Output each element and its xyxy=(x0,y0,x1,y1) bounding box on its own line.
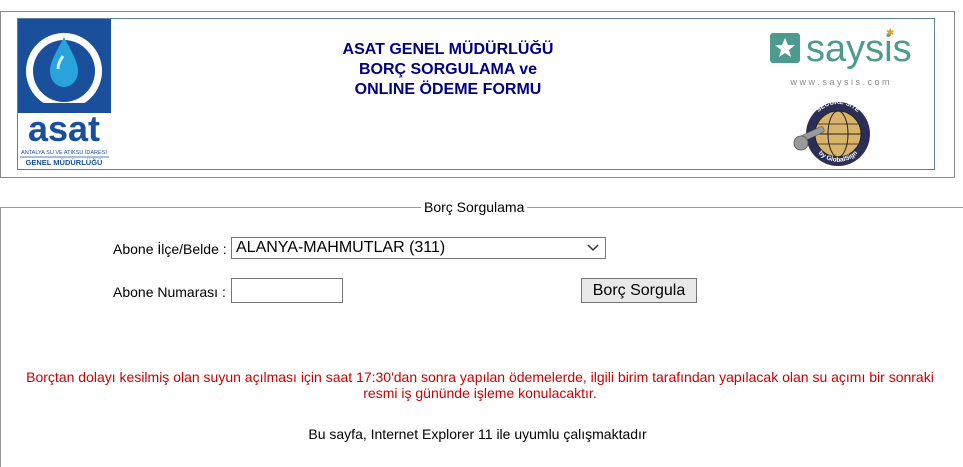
asat-logo-text: asat xyxy=(28,108,100,149)
asat-logo-subline: ANTALYA SU VE ATIKSU İDARESİ xyxy=(21,149,107,156)
title-line-1: ASAT GENEL MÜDÜRLÜĞÜ xyxy=(342,41,554,58)
secure-site-seal: SECURE SITE by GlobalSign xyxy=(793,99,870,166)
browser-compat-note: Bu sayfa, Internet Explorer 11 ile uyuml… xyxy=(308,426,647,442)
subscriber-label: Abone Numarası : xyxy=(113,284,226,300)
saysis-url: w w w . s a y s i s . c o m xyxy=(789,77,889,87)
header-panel: asat ANTALYA SU VE ATIKSU İDARESİ GENEL … xyxy=(0,11,955,178)
district-select[interactable]: ALANYA-MAHMUTLAR (311) xyxy=(231,237,606,259)
chevron-down-icon xyxy=(587,244,599,252)
payment-notice: Borçtan dolayı kesilmiş olan suyun açılm… xyxy=(26,369,934,401)
district-select-value: ALANYA-MAHMUTLAR (311) xyxy=(236,239,446,256)
header-frame: asat ANTALYA SU VE ATIKSU İDARESİ GENEL … xyxy=(17,18,935,170)
title-line-2: BORÇ SORGULAMA ve xyxy=(358,61,538,78)
subscriber-number-input[interactable] xyxy=(231,278,343,303)
title-line-3: ONLINE ÖDEME FORMU xyxy=(354,81,542,98)
district-label: Abone İlçe/Belde : xyxy=(113,241,227,257)
saysis-logo-text: saysis xyxy=(806,28,912,70)
page-title: ASAT GENEL MÜDÜRLÜĞÜ BORÇ SORGULAMA ve O… xyxy=(318,40,578,100)
asat-logo: asat ANTALYA SU VE ATIKSU İDARESİ GENEL … xyxy=(18,19,111,169)
svg-text:✱: ✱ xyxy=(886,28,894,39)
query-debt-button[interactable]: Borç Sorgula xyxy=(581,278,697,303)
saysis-logo: saysis ✱ w w w . s a y s i s . c o m xyxy=(770,28,912,87)
asat-logo-org: GENEL MÜDÜRLÜĞÜ xyxy=(26,158,103,167)
fieldset-legend: Borç Sorgulama xyxy=(421,199,528,215)
